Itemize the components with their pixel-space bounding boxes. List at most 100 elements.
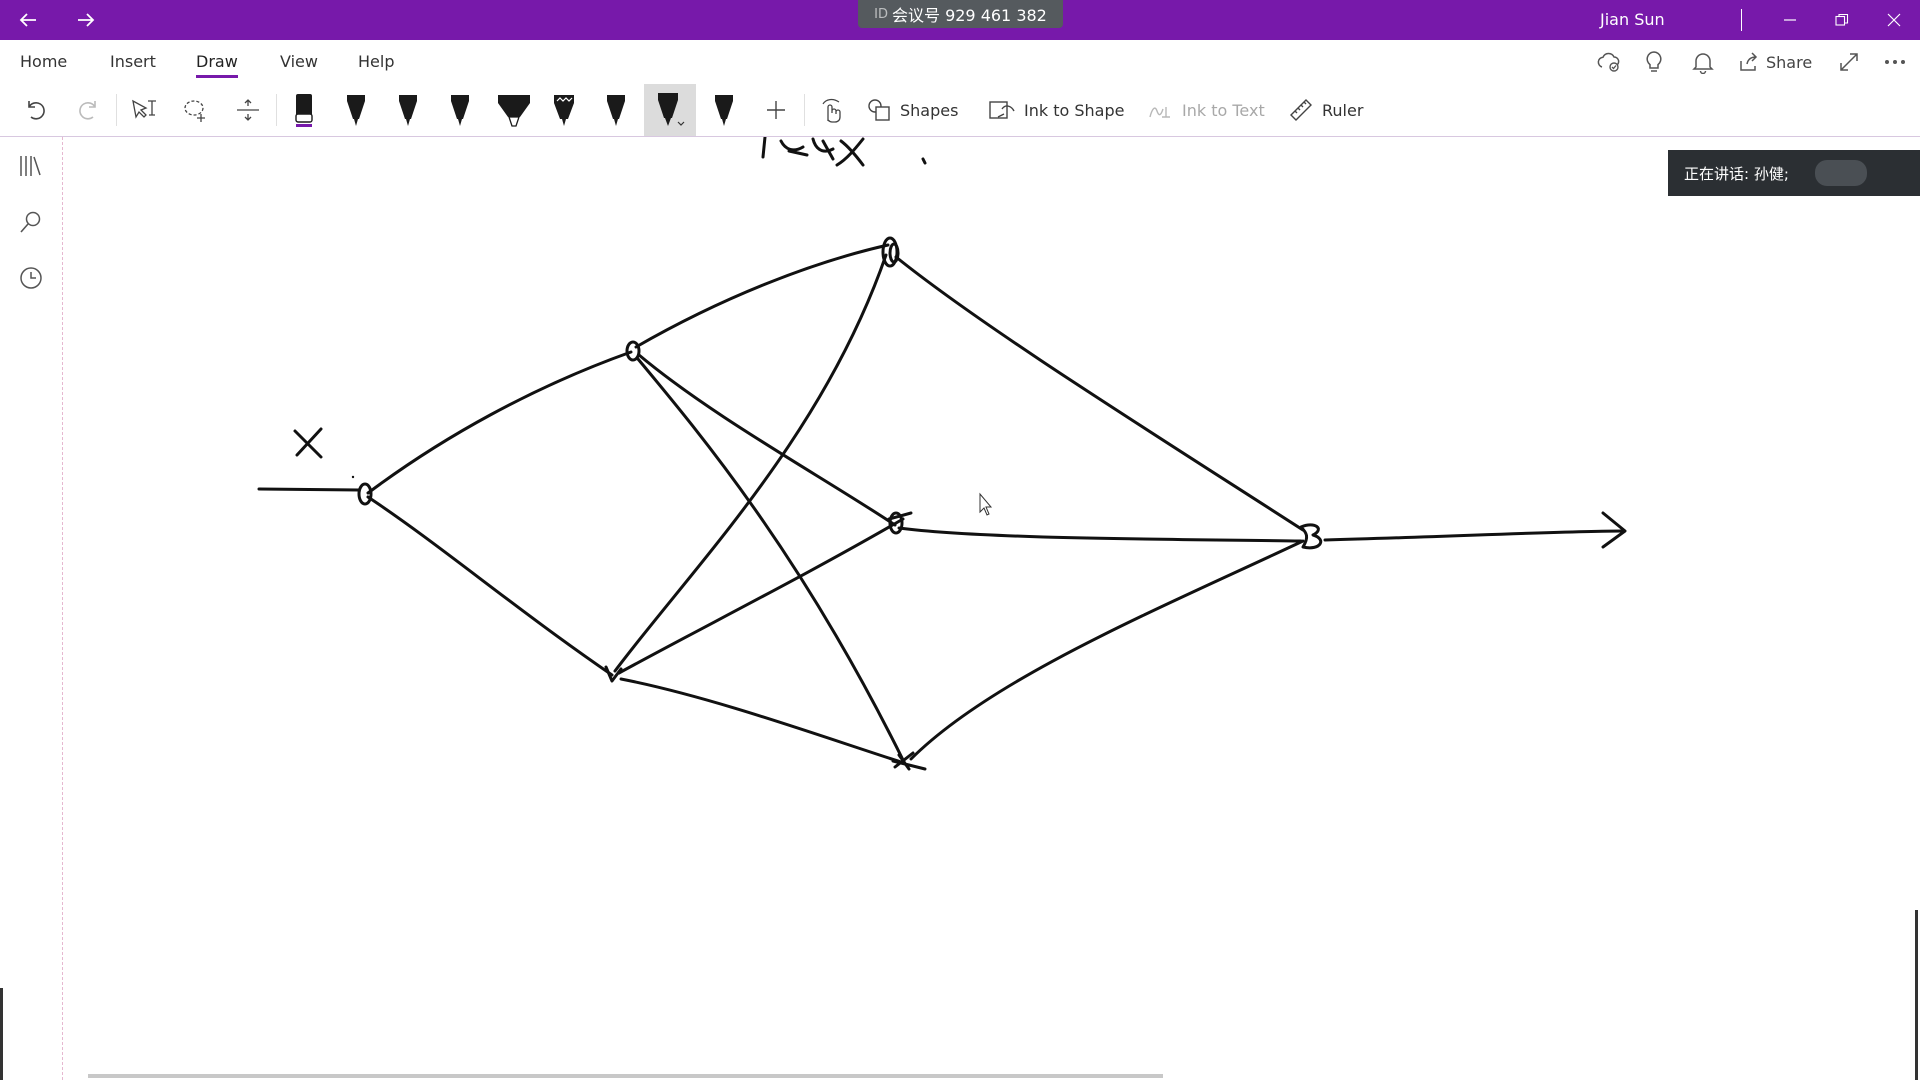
hidden-node: [891, 751, 927, 771]
clock-icon: [20, 267, 42, 289]
pen-5-selected-button[interactable]: [644, 84, 696, 136]
input-x-label-ink: [293, 427, 323, 459]
lasso-select-icon: [184, 100, 205, 122]
draw-toolbar: Shapes Ink to Shape Ink to Text Ruler: [0, 84, 1920, 137]
search-button[interactable]: [14, 205, 48, 239]
lightbulb-icon: [1646, 51, 1662, 72]
edge: [366, 350, 633, 495]
pen-4-button[interactable]: [596, 84, 636, 136]
tab-view[interactable]: View: [280, 40, 318, 84]
shapes-button[interactable]: Shapes: [866, 84, 958, 136]
pen-3-button[interactable]: [440, 84, 480, 136]
edge: [894, 255, 1305, 532]
ink-stroke: [921, 157, 927, 165]
draw-with-touch-button[interactable]: [812, 84, 852, 136]
pen-icon: [658, 93, 685, 126]
notebooks-button[interactable]: [14, 149, 48, 183]
note-canvas[interactable]: [63, 137, 1920, 1080]
bell-icon: [1692, 53, 1714, 74]
pen-1-button[interactable]: [336, 84, 376, 136]
hidden-node: [888, 242, 900, 264]
restore-button[interactable]: [1822, 0, 1862, 40]
close-button[interactable]: [1874, 0, 1914, 40]
redo-button[interactable]: [68, 84, 108, 136]
tell-me-button[interactable]: [1644, 40, 1664, 84]
toolbar-separator: [804, 94, 805, 126]
ink-to-text-button[interactable]: Ink to Text: [1146, 84, 1265, 136]
undo-button[interactable]: [16, 84, 56, 136]
meeting-id-prefix: ID: [874, 6, 888, 22]
tab-home[interactable]: Home: [20, 40, 67, 84]
pen-icon: [607, 95, 625, 126]
add-space-button[interactable]: [228, 84, 268, 136]
type-select-button[interactable]: [124, 84, 164, 136]
pen-icon: [715, 95, 733, 126]
lasso-select-button[interactable]: [176, 84, 216, 136]
shapes-label: Shapes: [900, 100, 959, 120]
edge: [366, 495, 614, 677]
close-icon: [1887, 13, 1901, 27]
edge: [897, 526, 1303, 543]
ink-to-text-label: Ink to Text: [1182, 100, 1265, 120]
ruler-button[interactable]: Ruler: [1288, 84, 1363, 136]
window-edge: [0, 988, 3, 1080]
highlighter-icon: [498, 95, 530, 127]
horizontal-scrollbar[interactable]: [88, 1074, 1163, 1078]
touch-draw-icon: [822, 98, 841, 123]
tab-help[interactable]: Help: [358, 40, 394, 84]
user-name[interactable]: Jian Sun: [1600, 0, 1665, 40]
speaking-text: 正在讲话: 孙健;: [1684, 164, 1789, 183]
pen-6-button[interactable]: [704, 84, 744, 136]
left-navigation-rail: [0, 137, 63, 1080]
hidden-node: [604, 665, 623, 683]
fullscreen-button[interactable]: [1838, 40, 1860, 84]
eraser-button[interactable]: [284, 84, 324, 136]
vertical-scrollbar[interactable]: [1915, 910, 1918, 1080]
notifications-button[interactable]: [1692, 40, 1714, 84]
pen-icon: [399, 95, 417, 126]
edge: [617, 517, 905, 675]
pencil-button[interactable]: [544, 84, 584, 136]
share-label: Share: [1766, 52, 1813, 72]
edge: [619, 677, 903, 764]
sync-status-button[interactable]: [1596, 40, 1622, 84]
title-bar: ID 会议号 929 461 382 Jian Sun: [0, 0, 1920, 40]
recent-button[interactable]: [14, 261, 48, 295]
minimize-button[interactable]: [1770, 0, 1810, 40]
ink-drawing[interactable]: [63, 137, 1920, 1080]
highlighter-button[interactable]: [492, 84, 536, 136]
ink-dot: [351, 475, 355, 479]
shapes-icon: [868, 99, 890, 121]
ink-stroke: [761, 137, 767, 159]
output-node: [1299, 523, 1323, 550]
tab-insert[interactable]: Insert: [110, 40, 156, 84]
add-space-icon: [237, 99, 259, 121]
arrow-right-icon: [78, 13, 95, 27]
text-select-icon: [132, 99, 156, 119]
edge: [636, 357, 907, 766]
ink-stroke: [835, 137, 865, 167]
edge: [637, 353, 897, 527]
output-edge: [1323, 529, 1625, 542]
ink-to-shape-label: Ink to Shape: [1024, 100, 1125, 120]
forward-button[interactable]: [66, 0, 106, 40]
ink-to-shape-button[interactable]: Ink to Shape: [988, 84, 1124, 136]
ink-to-shape-icon: [989, 101, 1015, 119]
ruler-label: Ruler: [1322, 100, 1364, 120]
title-divider: [1741, 9, 1742, 31]
search-icon: [20, 211, 41, 233]
toolbar-separator: [116, 94, 117, 126]
share-button[interactable]: Share: [1738, 40, 1812, 84]
more-options-button[interactable]: [1884, 40, 1906, 84]
add-pen-button[interactable]: [756, 84, 796, 136]
toolbar-separator: [276, 94, 277, 126]
meeting-id-text: 会议号 929 461 382: [891, 6, 1047, 25]
pen-2-button[interactable]: [388, 84, 428, 136]
tab-draw[interactable]: Draw: [196, 40, 238, 84]
edge: [613, 253, 888, 673]
edge: [634, 243, 890, 349]
back-button[interactable]: [8, 0, 48, 40]
mouse-cursor-icon: [979, 492, 993, 516]
meeting-id-badge[interactable]: ID 会议号 929 461 382: [858, 0, 1063, 28]
share-icon: [1740, 52, 1758, 71]
